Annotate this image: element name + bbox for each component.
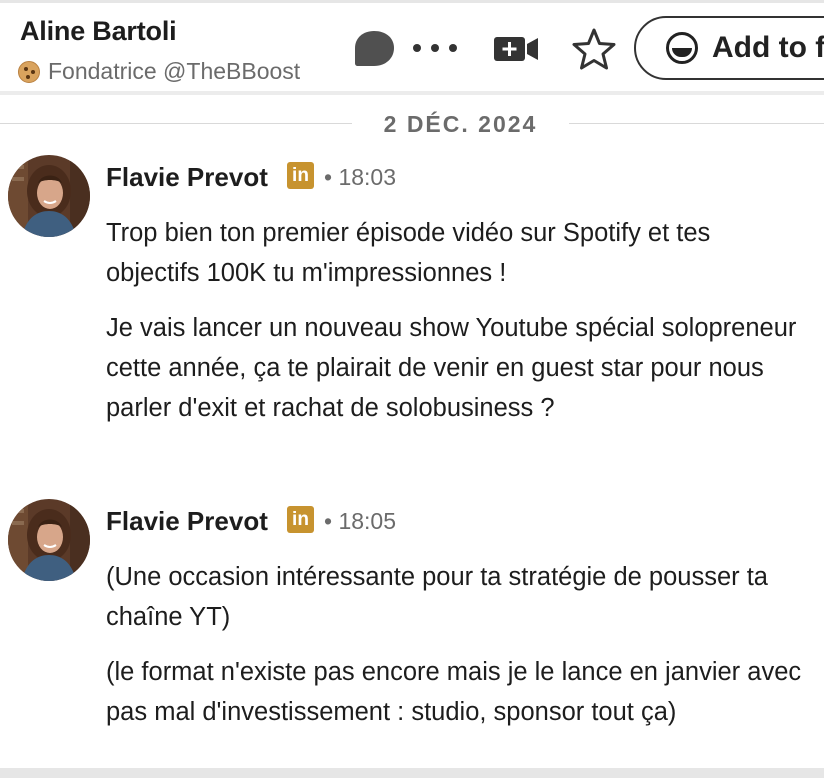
date-line-right — [569, 123, 824, 124]
contact-headline: Fondatrice @TheBBoost — [48, 58, 301, 84]
message-paragraph: (Une occasion intéressante pour ta strat… — [106, 563, 768, 631]
cookie-emoji-icon — [18, 60, 40, 83]
date-line-left — [0, 123, 352, 124]
date-separator: 2 DÉC. 2024 — [0, 106, 824, 142]
conversation-header: Aline Bartoli Fondatrice @TheBBoost Add … — [0, 3, 824, 91]
message-timestamp: • 18:05 — [324, 508, 396, 534]
header-divider — [0, 91, 824, 95]
chat-bubble-icon[interactable] — [353, 30, 395, 68]
date-label: 2 DÉC. 2024 — [383, 111, 538, 137]
contact-subtitle: Fondatrice @TheBBoost — [18, 58, 300, 85]
message-paragraph: (le format n'existe pas encore mais je l… — [106, 658, 802, 726]
contact-name[interactable]: Aline Bartoli — [20, 16, 177, 47]
avatar[interactable] — [8, 499, 90, 581]
sender-name[interactable]: Flavie Prevot — [106, 506, 268, 537]
bottom-border — [0, 768, 824, 778]
sender-name[interactable]: Flavie Prevot — [106, 162, 268, 193]
folder-circle-icon — [666, 32, 698, 64]
message-group: Flavie Prevot in • 18:05 (Une occasion i… — [0, 499, 824, 768]
message-group: Flavie Prevot in • 18:03 Trop bien ton p… — [0, 155, 824, 475]
linkedin-icon: in — [287, 162, 314, 189]
star-icon[interactable] — [571, 27, 617, 71]
avatar[interactable] — [8, 155, 90, 237]
video-call-icon[interactable] — [493, 35, 539, 63]
message-paragraph: Trop bien ton premier épisode vidéo sur … — [106, 219, 711, 287]
linkedin-icon: in — [287, 506, 314, 533]
message-timestamp: • 18:03 — [324, 164, 396, 190]
add-button-label: Add to f — [712, 31, 824, 64]
more-options-icon[interactable] — [413, 41, 457, 55]
message-paragraph: Je vais lancer un nouveau show Youtube s… — [106, 314, 797, 422]
add-to-folder-button[interactable]: Add to f — [634, 16, 824, 80]
